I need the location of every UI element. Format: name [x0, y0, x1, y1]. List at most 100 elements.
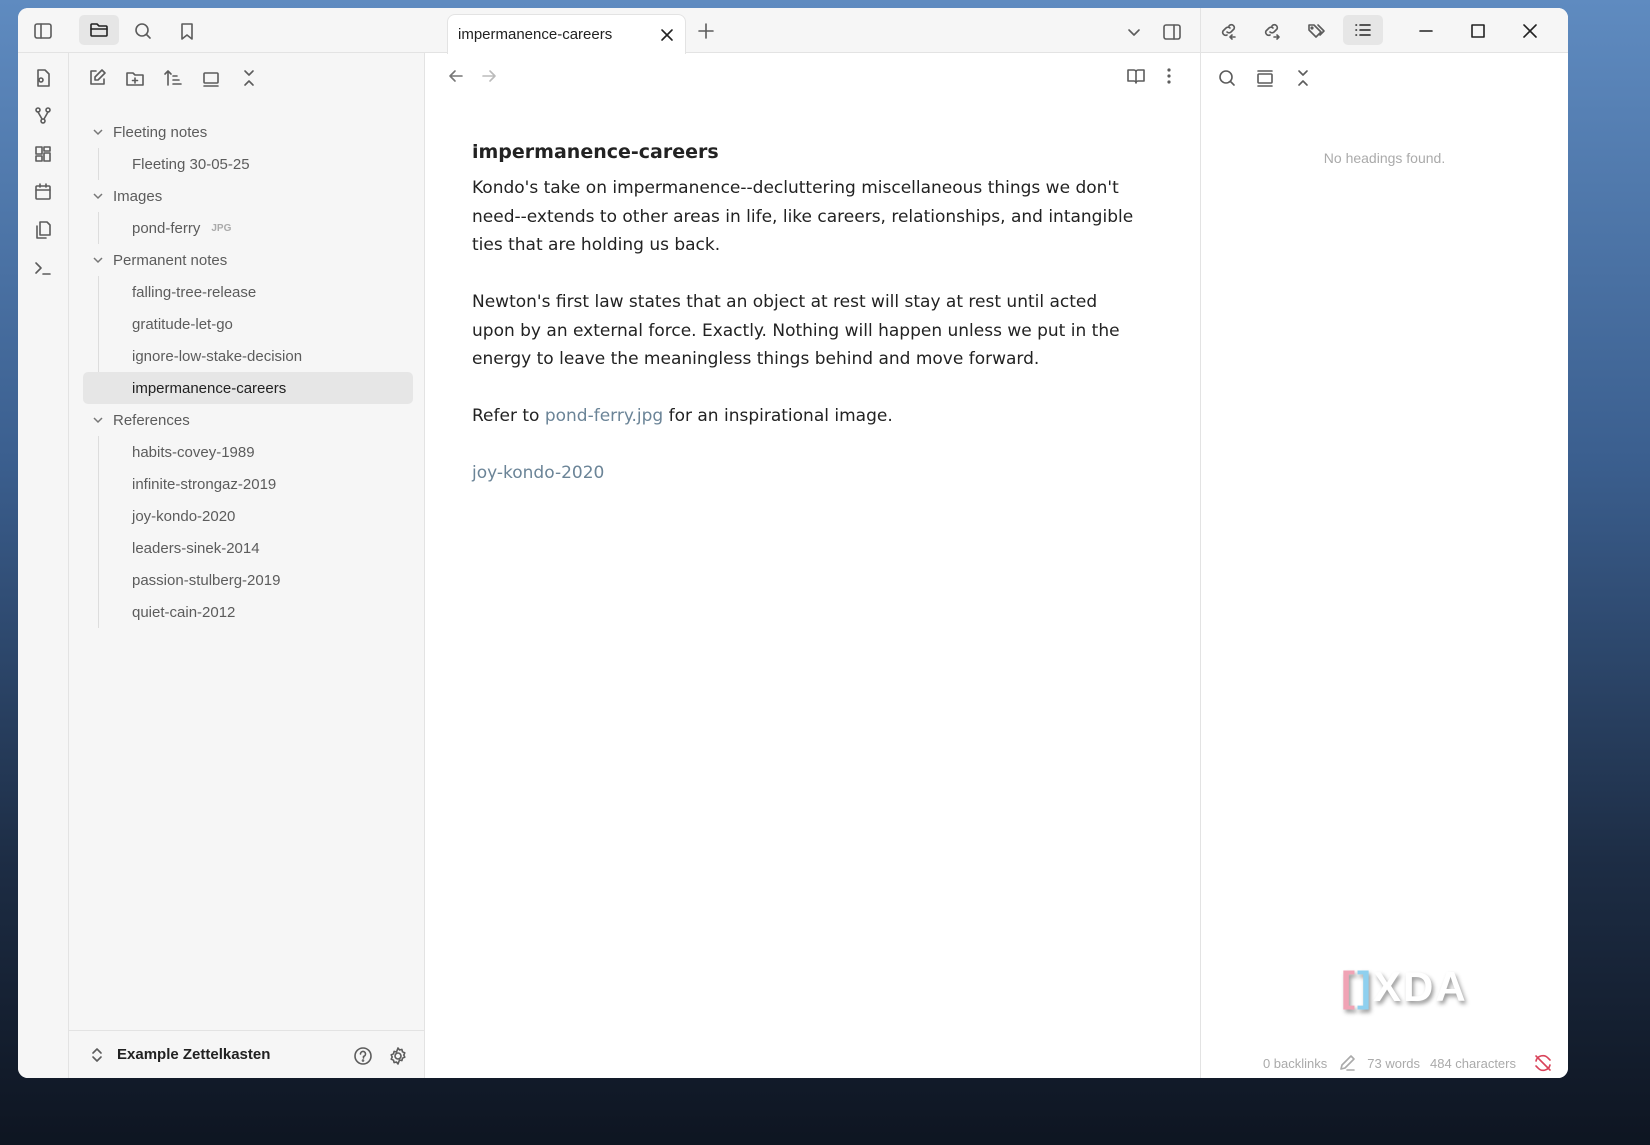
chevron-down-icon: [91, 125, 105, 139]
outline-collapse-icon[interactable]: [1291, 66, 1315, 90]
chevron-down-icon: [91, 253, 105, 267]
settings-gear-icon[interactable]: [386, 1044, 410, 1068]
file-item[interactable]: infinite-strongaz-2019: [83, 468, 413, 500]
file-item[interactable]: leaders-sinek-2014: [83, 532, 413, 564]
tab-title: impermanence-careers: [458, 26, 612, 43]
file-item[interactable]: falling-tree-release: [83, 276, 413, 308]
auto-reveal-icon[interactable]: [199, 66, 223, 90]
folder-label: Fleeting notes: [113, 124, 207, 141]
chevron-updown-icon[interactable]: [87, 1045, 107, 1065]
quick-switcher-icon[interactable]: [30, 65, 56, 91]
collapse-all-icon[interactable]: [237, 66, 261, 90]
help-icon[interactable]: [351, 1044, 375, 1068]
search-icon[interactable]: [130, 18, 156, 44]
vault-name[interactable]: Example Zettelkasten: [117, 1046, 270, 1063]
file-item[interactable]: quiet-cain-2012: [83, 596, 413, 628]
tab-impermanence-careers[interactable]: impermanence-careers: [447, 14, 686, 54]
app-window: Fleeting notes Fleeting 30-05-25 Images pon…: [18, 8, 1568, 1078]
terminal-icon[interactable]: [30, 255, 56, 281]
file-item[interactable]: passion-stulberg-2019: [83, 564, 413, 596]
folder-item[interactable]: Images: [83, 180, 413, 212]
chevron-down-icon: [91, 189, 105, 203]
paragraph: Kondo's take on impermanence--declutteri…: [472, 174, 1137, 260]
internal-link[interactable]: joy-kondo-2020: [472, 463, 604, 483]
folder-item[interactable]: References: [83, 404, 413, 436]
outgoing-links-icon[interactable]: [1259, 18, 1285, 44]
tags-icon[interactable]: [1303, 18, 1329, 44]
paragraph: joy-kondo-2020: [472, 459, 1137, 488]
close-tab-icon[interactable]: [657, 25, 677, 45]
text: Refer to: [472, 406, 545, 426]
file-label: leaders-sinek-2014: [132, 540, 260, 557]
word-count: 73 words: [1367, 1056, 1420, 1071]
paragraph: Newton's first law states that an object…: [472, 288, 1137, 374]
new-note-icon[interactable]: [85, 66, 109, 90]
note-content[interactable]: impermanence-careers Kondo's take on imp…: [472, 138, 1137, 516]
file-tree: Fleeting notes Fleeting 30-05-25 Images pon…: [83, 116, 413, 628]
right-sidebar: No headings found. []XDA 0 backlinks 73 …: [1200, 8, 1568, 1078]
folder-label: References: [113, 412, 190, 429]
file-label: infinite-strongaz-2019: [132, 476, 276, 493]
outline-icon[interactable]: [1343, 15, 1383, 45]
no-headings-message: No headings found.: [1201, 150, 1568, 166]
sync-error-icon[interactable]: [1532, 1052, 1554, 1074]
file-item[interactable]: habits-covey-1989: [83, 436, 413, 468]
file-item[interactable]: impermanence-careers: [83, 372, 413, 404]
edit-mode-icon[interactable]: [1337, 1053, 1357, 1073]
folder-children: Fleeting 30-05-25: [83, 148, 413, 180]
chevron-down-icon: [91, 413, 105, 427]
sort-icon[interactable]: [161, 66, 185, 90]
folder-item[interactable]: Fleeting notes: [83, 116, 413, 148]
folder-label: Permanent notes: [113, 252, 227, 269]
bookmark-icon[interactable]: [174, 18, 200, 44]
back-arrow-icon[interactable]: [445, 65, 467, 87]
xda-watermark: []XDA: [1341, 963, 1468, 1011]
outline-search-icon[interactable]: [1215, 66, 1239, 90]
file-label: joy-kondo-2020: [132, 508, 235, 525]
maximize-icon[interactable]: [1465, 18, 1491, 44]
folder-item[interactable]: Permanent notes: [83, 244, 413, 276]
file-type-badge: JPG: [211, 223, 231, 234]
file-item[interactable]: gratitude-let-go: [83, 308, 413, 340]
close-window-icon[interactable]: [1517, 18, 1543, 44]
paragraph: Refer to pond-ferry.jpg for an inspirati…: [472, 402, 1137, 431]
folder-label: Images: [113, 188, 162, 205]
calendar-icon[interactable]: [30, 179, 56, 205]
backlinks-count[interactable]: 0 backlinks: [1263, 1056, 1327, 1071]
left-header: [18, 8, 425, 53]
toggle-right-sidebar-icon[interactable]: [1160, 20, 1184, 44]
backlinks-icon[interactable]: [1216, 18, 1242, 44]
file-label: impermanence-careers: [132, 380, 286, 397]
file-item[interactable]: Fleeting 30-05-25: [83, 148, 413, 180]
forward-arrow-icon[interactable]: [478, 65, 500, 87]
file-label: pond-ferry: [132, 220, 200, 237]
graph-view-icon[interactable]: [30, 103, 56, 129]
file-label: quiet-cain-2012: [132, 604, 235, 621]
folder-children: habits-covey-1989 infinite-strongaz-2019 j…: [83, 436, 413, 628]
file-item[interactable]: pond-ferry JPG: [83, 212, 413, 244]
file-label: gratitude-let-go: [132, 316, 233, 333]
character-count: 484 characters: [1430, 1056, 1516, 1071]
toggle-sidebar-icon[interactable]: [30, 18, 56, 44]
tab-bar: impermanence-careers: [425, 8, 1200, 53]
internal-link[interactable]: pond-ferry.jpg: [545, 406, 663, 426]
editor-pane: impermanence-careers impermanence-career…: [425, 8, 1200, 1078]
new-tab-icon[interactable]: [695, 20, 717, 42]
more-options-icon[interactable]: [1158, 65, 1180, 87]
templates-icon[interactable]: [30, 217, 56, 243]
file-item[interactable]: ignore-low-stake-decision: [83, 340, 413, 372]
file-explorer: Fleeting notes Fleeting 30-05-25 Images pon…: [69, 53, 425, 1078]
outline-auto-expand-icon[interactable]: [1253, 66, 1277, 90]
right-header: [1201, 8, 1568, 53]
canvas-icon[interactable]: [30, 141, 56, 167]
file-item[interactable]: joy-kondo-2020: [83, 500, 413, 532]
folder-children: pond-ferry JPG: [83, 212, 413, 244]
file-label: passion-stulberg-2019: [132, 572, 280, 589]
file-label: habits-covey-1989: [132, 444, 255, 461]
folder-children: falling-tree-release gratitude-let-go igno…: [83, 276, 413, 404]
new-folder-icon[interactable]: [123, 66, 147, 90]
minimize-icon[interactable]: [1413, 18, 1439, 44]
tab-list-chevron-icon[interactable]: [1123, 21, 1145, 43]
reading-view-icon[interactable]: [1125, 65, 1147, 87]
files-tab-icon[interactable]: [79, 15, 119, 45]
